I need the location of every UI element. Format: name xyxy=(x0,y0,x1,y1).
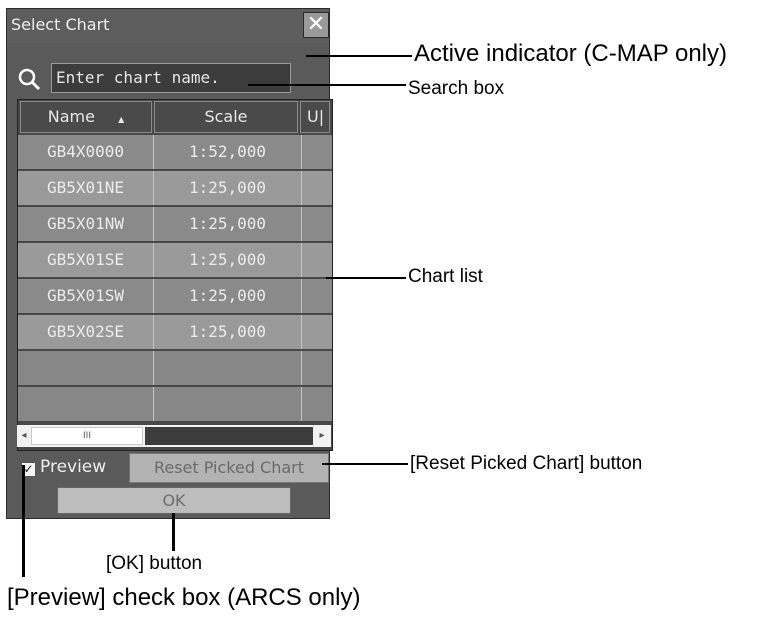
cell-name xyxy=(18,351,154,385)
cell-name: GB5X02SE xyxy=(18,315,154,349)
callout-line-ok xyxy=(172,513,175,551)
callout-preview-checkbox: [Preview] check box (ARCS only) xyxy=(7,584,361,611)
column-header-name-label: Name xyxy=(47,107,95,126)
callout-chart-list: Chart list xyxy=(408,266,483,287)
callout-ok-button: [OK] button xyxy=(106,553,203,574)
callout-line-preview xyxy=(22,465,25,577)
dialog-title: Select Chart xyxy=(11,15,110,34)
cell-updated xyxy=(302,387,332,421)
table-row[interactable]: GB5X01NE 1:25,000 xyxy=(18,171,332,207)
table-row[interactable]: GB5X01SE 1:25,000 xyxy=(18,243,332,279)
cell-scale: 1:25,000 xyxy=(154,207,302,241)
callout-search-box: Search box xyxy=(408,78,505,99)
callout-line-list xyxy=(326,277,406,279)
cell-updated xyxy=(302,135,332,169)
preview-label: Preview xyxy=(40,457,107,477)
table-row[interactable]: GB5X02SE 1:25,000 xyxy=(18,315,332,351)
search-input[interactable]: Enter chart name. xyxy=(51,63,291,93)
title-bar: Select Chart ✕ xyxy=(7,9,329,43)
column-header-updated[interactable]: U| xyxy=(300,101,330,133)
cell-name xyxy=(18,387,154,421)
close-icon: ✕ xyxy=(306,12,326,37)
cell-scale: 1:25,000 xyxy=(154,171,302,205)
ok-button[interactable]: OK xyxy=(57,487,291,514)
cell-name: GB5X01SE xyxy=(18,243,154,277)
cell-updated xyxy=(302,279,332,313)
cell-updated xyxy=(302,243,332,277)
table-row[interactable]: GB5X01SW 1:25,000 xyxy=(18,279,332,315)
cell-scale: 1:25,000 xyxy=(154,279,302,313)
reset-picked-chart-button[interactable]: Reset Picked Chart xyxy=(129,453,329,483)
column-header-scale[interactable]: Scale xyxy=(154,101,298,133)
scrollbar-grip-icon: III xyxy=(83,431,91,441)
table-row[interactable]: GB5X01NW 1:25,000 xyxy=(18,207,332,243)
cell-name: GB5X01NW xyxy=(18,207,154,241)
table-row[interactable]: GB4X0000 1:52,000 xyxy=(18,135,332,171)
scroll-left-icon[interactable]: ◂ xyxy=(19,429,29,443)
column-header-updated-label: U| xyxy=(307,107,325,126)
cell-scale: 1:25,000 xyxy=(154,315,302,349)
table-row xyxy=(18,351,332,387)
scroll-right-icon[interactable]: ▸ xyxy=(317,429,327,443)
search-icon xyxy=(18,68,41,91)
cell-updated xyxy=(302,351,332,385)
cell-name: GB4X0000 xyxy=(18,135,154,169)
close-button[interactable]: ✕ xyxy=(303,12,329,38)
table-row xyxy=(18,387,332,423)
callout-line-reset xyxy=(322,463,408,465)
scrollbar-track[interactable] xyxy=(145,427,313,445)
cell-scale: 1:52,000 xyxy=(154,135,302,169)
horizontal-scrollbar[interactable]: ◂ III ▸ xyxy=(17,425,331,447)
scrollbar-thumb[interactable]: III xyxy=(31,427,143,445)
callout-reset-button: [Reset Picked Chart] button xyxy=(410,453,643,474)
chart-list: Name ▲ Scale U| GB4X0000 1:52,000 GB5X01… xyxy=(17,99,333,451)
cell-updated xyxy=(302,207,332,241)
sort-ascending-icon: ▲ xyxy=(118,115,125,124)
column-header-name[interactable]: Name ▲ xyxy=(20,101,152,133)
column-header-scale-label: Scale xyxy=(204,107,248,126)
cell-name: GB5X01SW xyxy=(18,279,154,313)
callout-line-search xyxy=(248,84,406,86)
cell-scale: 1:25,000 xyxy=(154,243,302,277)
cell-updated xyxy=(302,315,332,349)
callout-active-indicator: Active indicator (C-MAP only) xyxy=(414,40,727,67)
cell-name: GB5X01NE xyxy=(18,171,154,205)
cell-scale xyxy=(154,351,302,385)
callout-line-active xyxy=(306,55,412,57)
cell-scale xyxy=(154,387,302,421)
cell-updated xyxy=(302,171,332,205)
